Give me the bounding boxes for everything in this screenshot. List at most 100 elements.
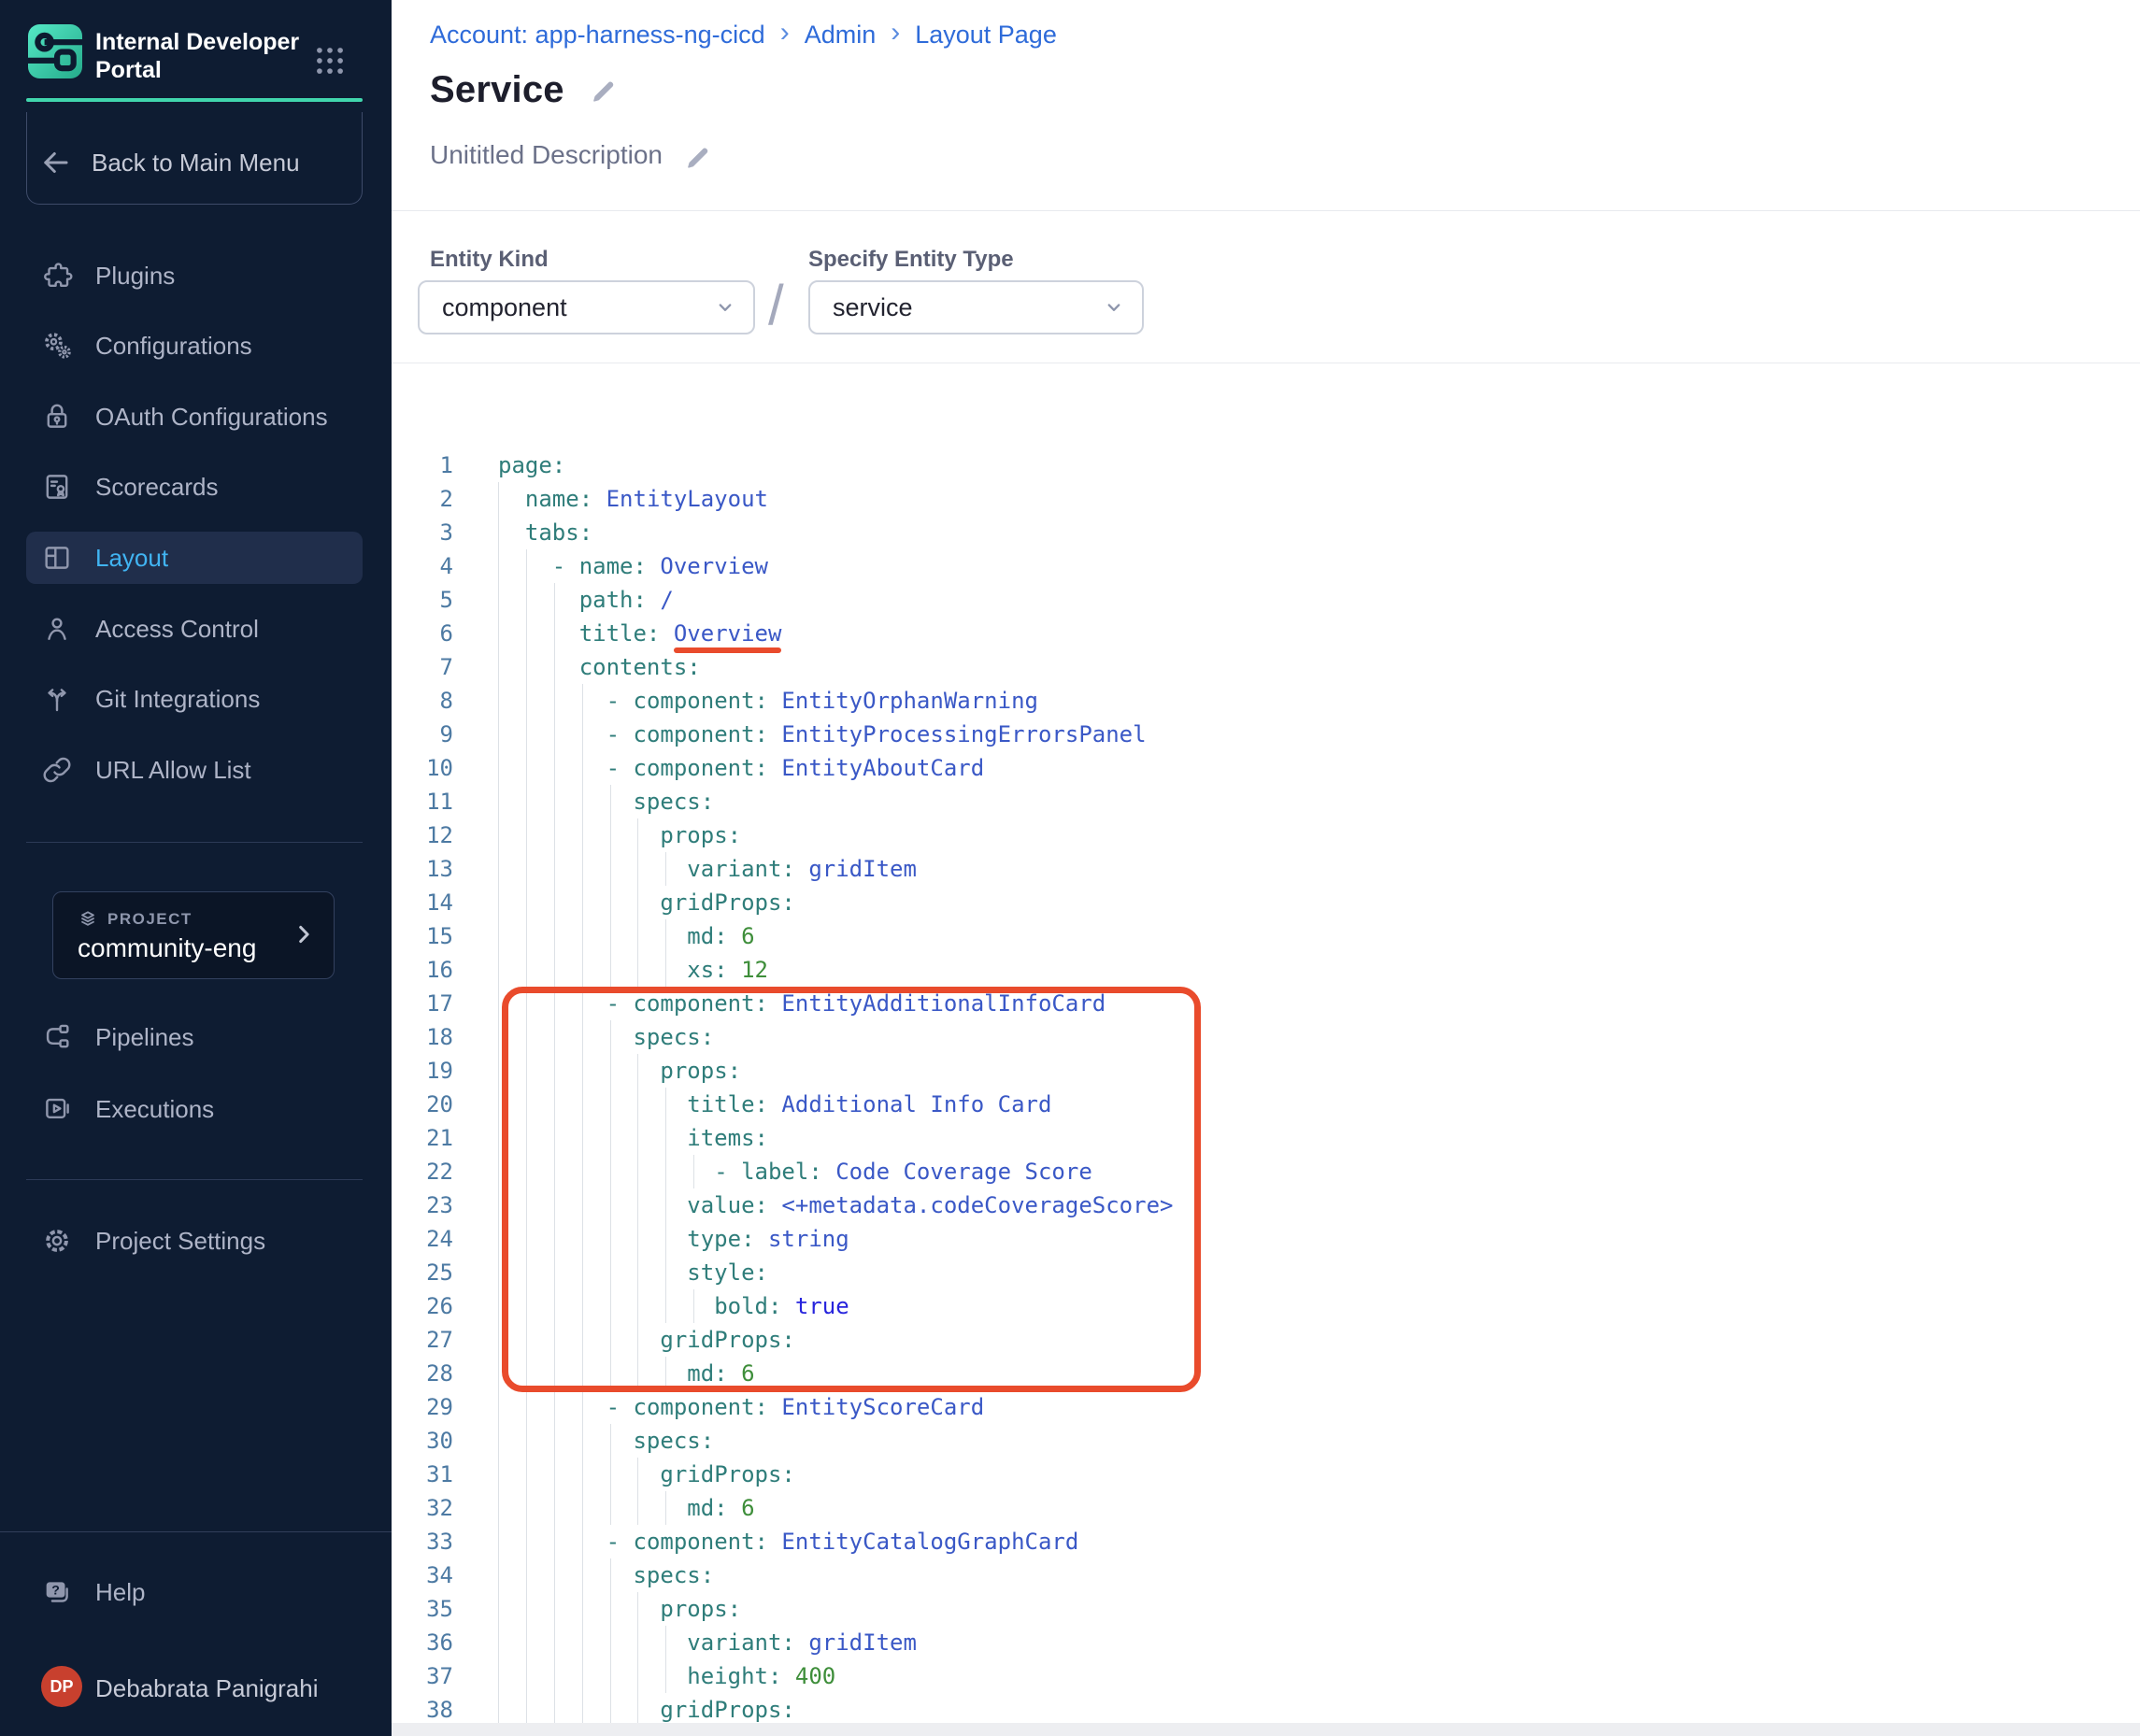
line-number: 23 [392, 1188, 453, 1222]
code-line: 2name: EntityLayout [392, 482, 2140, 516]
code-line: 34specs: [392, 1558, 2140, 1592]
sidebar-item-project-settings[interactable]: Project Settings [26, 1215, 363, 1267]
horizontal-scrollbar[interactable] [392, 1723, 2140, 1736]
edit-title-pencil-icon[interactable] [589, 76, 619, 106]
sidebar-item-access-control[interactable]: Access Control [26, 603, 363, 655]
code-text: specs: [498, 785, 714, 818]
breadcrumb-item[interactable]: Account: app-harness-ng-cicd [430, 21, 765, 50]
sidebar-item-label: Configurations [95, 332, 252, 361]
sidebar-item-scorecards[interactable]: Scorecards [26, 461, 363, 513]
back-to-main-menu-button[interactable]: Back to Main Menu [26, 136, 363, 189]
line-number: 22 [392, 1155, 453, 1188]
page-title: Service [430, 69, 564, 111]
line-number: 17 [392, 987, 453, 1020]
line-number: 26 [392, 1289, 453, 1323]
code-text: xs: 12 [498, 953, 768, 987]
project-kicker-label: PROJECT [107, 910, 193, 929]
sidebar-item-label: Scorecards [95, 473, 219, 502]
sidebar-item-url-allow-list[interactable]: URL Allow List [26, 744, 363, 796]
back-to-main-menu-label: Back to Main Menu [92, 149, 300, 178]
sidebar: Internal Developer Portal Back to Main M… [0, 0, 392, 1736]
line-number: 4 [392, 549, 453, 583]
code-text: props: [498, 1592, 741, 1626]
code-line: 38gridProps: [392, 1693, 2140, 1727]
code-line: 16 xs: 12 [392, 953, 2140, 987]
code-line: 8 - component: EntityOrphanWarning [392, 684, 2140, 718]
breadcrumb-item[interactable]: Admin [805, 21, 877, 50]
entity-type-select[interactable]: service [808, 280, 1144, 334]
sidebar-item-label: URL Allow List [95, 756, 251, 785]
code-text: specs: [498, 1424, 714, 1458]
play-icon [41, 1093, 73, 1125]
main-content: Account: app-harness-ng-cicd›Admin›Layou… [392, 0, 2140, 1736]
breadcrumb: Account: app-harness-ng-cicd›Admin›Layou… [430, 19, 1057, 50]
line-number: 14 [392, 886, 453, 919]
line-number: 37 [392, 1659, 453, 1693]
line-number: 12 [392, 818, 453, 852]
code-line: 33- component: EntityCatalogGraphCard [392, 1525, 2140, 1558]
line-number: 2 [392, 482, 453, 516]
chevron-right-icon [291, 921, 317, 947]
sidebar-item-label: Git Integrations [95, 685, 260, 714]
sidebar-item-plugins[interactable]: Plugins [26, 249, 363, 302]
sidebar-item-executions[interactable]: Executions [26, 1083, 363, 1135]
app-title: Internal Developer Portal [95, 28, 299, 84]
error-underline [674, 647, 782, 653]
brand-accent-bar [26, 98, 363, 102]
sidebar-item-label: Pipelines [95, 1023, 194, 1052]
scorecard-icon [41, 471, 73, 503]
sidebar-item-oauth-configurations[interactable]: OAuth Configurations [26, 391, 363, 443]
code-text: - component: EntityProcessingErrorsPanel [498, 718, 1147, 751]
project-selector[interactable]: PROJECT community-eng [52, 891, 335, 979]
line-number: 34 [392, 1558, 453, 1592]
highlight-box [502, 987, 1201, 1392]
line-number: 32 [392, 1491, 453, 1525]
sidebar-item-configurations[interactable]: Configurations [26, 320, 363, 372]
sidebar-item-help[interactable]: ? Help [26, 1566, 363, 1618]
code-text: - component: EntityCatalogGraphCard [498, 1525, 1078, 1558]
code-text: gridProps: [498, 1458, 795, 1491]
line-number: 18 [392, 1020, 453, 1054]
code-text: path: / [498, 583, 674, 617]
sidebar-divider [0, 1531, 392, 1532]
line-number: 35 [392, 1592, 453, 1626]
line-number: 24 [392, 1222, 453, 1256]
code-line: 14gridProps: [392, 886, 2140, 919]
line-number: 7 [392, 650, 453, 684]
entity-kind-select[interactable]: component [418, 280, 755, 334]
sidebar-item-pipelines[interactable]: Pipelines [26, 1011, 363, 1063]
user-avatar[interactable]: DP [41, 1666, 82, 1707]
svg-text:?: ? [51, 1583, 60, 1598]
entity-type-value: service [833, 293, 913, 322]
project-name: community-eng [78, 933, 256, 963]
sidebar-item-layout[interactable]: Layout [26, 532, 363, 584]
code-line: 7contents: [392, 650, 2140, 684]
line-number: 16 [392, 953, 453, 987]
code-line: 4- name: Overview [392, 549, 2140, 583]
sidebar-item-git-integrations[interactable]: Git Integrations [26, 673, 363, 725]
code-line: 9 - component: EntityProcessingErrorsPane… [392, 718, 2140, 751]
yaml-editor[interactable]: 1page:2name: EntityLayout3tabs:4- name: … [392, 448, 2140, 1736]
breadcrumb-item: Layout Page [915, 21, 1057, 50]
code-text: - component: EntityOrphanWarning [498, 684, 1038, 718]
code-text: height: 400 [498, 1659, 835, 1693]
page-description: Unititled Description [430, 140, 663, 170]
chevron-down-icon [1101, 294, 1127, 320]
entity-kind-label: Entity Kind [430, 247, 549, 273]
line-number: 8 [392, 684, 453, 718]
kind-type-separator: / [768, 273, 784, 337]
app-switcher-grid-icon[interactable] [312, 43, 348, 78]
gear-icon [41, 1225, 73, 1257]
code-line: 10- component: EntityAboutCard [392, 751, 2140, 785]
line-number: 9 [392, 718, 453, 751]
code-text: gridProps: [498, 1693, 795, 1727]
sidebar-item-label: Layout [95, 544, 168, 573]
code-text: - component: EntityAboutCard [498, 751, 984, 785]
line-number: 30 [392, 1424, 453, 1458]
line-number: 19 [392, 1054, 453, 1088]
edit-description-pencil-icon[interactable] [683, 142, 709, 168]
sidebar-divider [26, 1179, 363, 1180]
chevron-down-icon [712, 294, 738, 320]
entity-type-label: Specify Entity Type [808, 247, 1014, 273]
user-name[interactable]: Debabrata Panigrahi [95, 1674, 319, 1703]
